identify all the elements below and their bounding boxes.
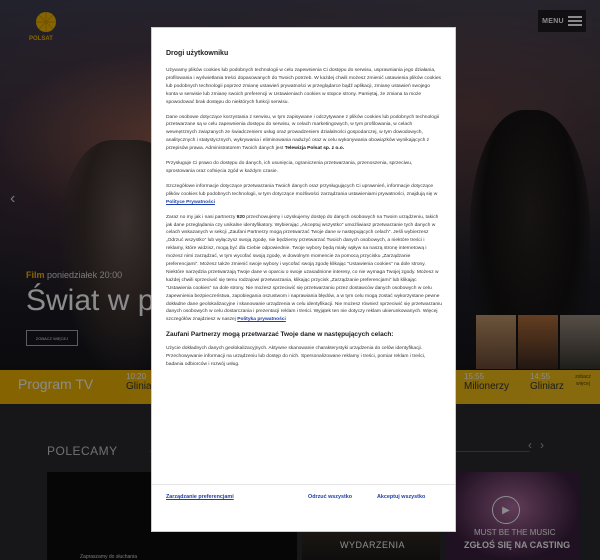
cookie-consent-dialog: Drogi użytkowniku Używamy plików cookies… [152,28,455,531]
consent-heading: Drogi użytkowniku [166,50,229,57]
consent-text: przechowujemy i uzyskujemy dostęp do dan… [166,214,442,323]
consent-paragraph: Przysługuje Ci prawo do dostępu do danyc… [166,161,413,174]
partner-count: 920 [236,214,245,220]
consent-actions: Zarządzanie preferencjami Odrzuć wszystk… [152,491,455,507]
consent-paragraph: Dane osobowe dotyczące korzystania z ser… [166,114,442,154]
consent-text: Szczegółowe informacje dotyczące przetwa… [166,183,438,197]
consent-scroll-area[interactable]: Drogi użytkowniku Używamy plików cookies… [166,28,442,483]
reject-all-button[interactable]: Odrzuć wszystko [308,494,352,500]
consent-paragraph: Użycie dokładnych danych geolokalizacyjn… [166,346,426,368]
administrator-name: Telewizja Polsat sp. z o.o. [284,146,345,152]
accept-all-button[interactable]: Akceptuj wszystko [377,494,425,500]
consent-paragraph: Szczegółowe informacje dotyczące przetwa… [166,183,442,207]
actions-divider [152,484,455,485]
partners-purposes-heading: Zaufani Partnerzy mogą przetwarzać Twoje… [166,331,394,339]
privacy-policy-link[interactable]: Polityce Prywatności [166,200,215,205]
consent-paragraph: Używamy plików cookies lub podobnych tec… [166,68,441,105]
consent-text: Zaraz no my jak i nasi partnerzy [166,214,236,220]
privacy-policy-link-2[interactable]: Polityka prywatności [237,317,286,322]
scroll-fade [152,468,455,484]
consent-paragraph: Zaraz no my jak i nasi partnerzy 920 prz… [166,214,442,325]
manage-preferences-button[interactable]: Zarządzanie preferencjami [166,494,234,500]
